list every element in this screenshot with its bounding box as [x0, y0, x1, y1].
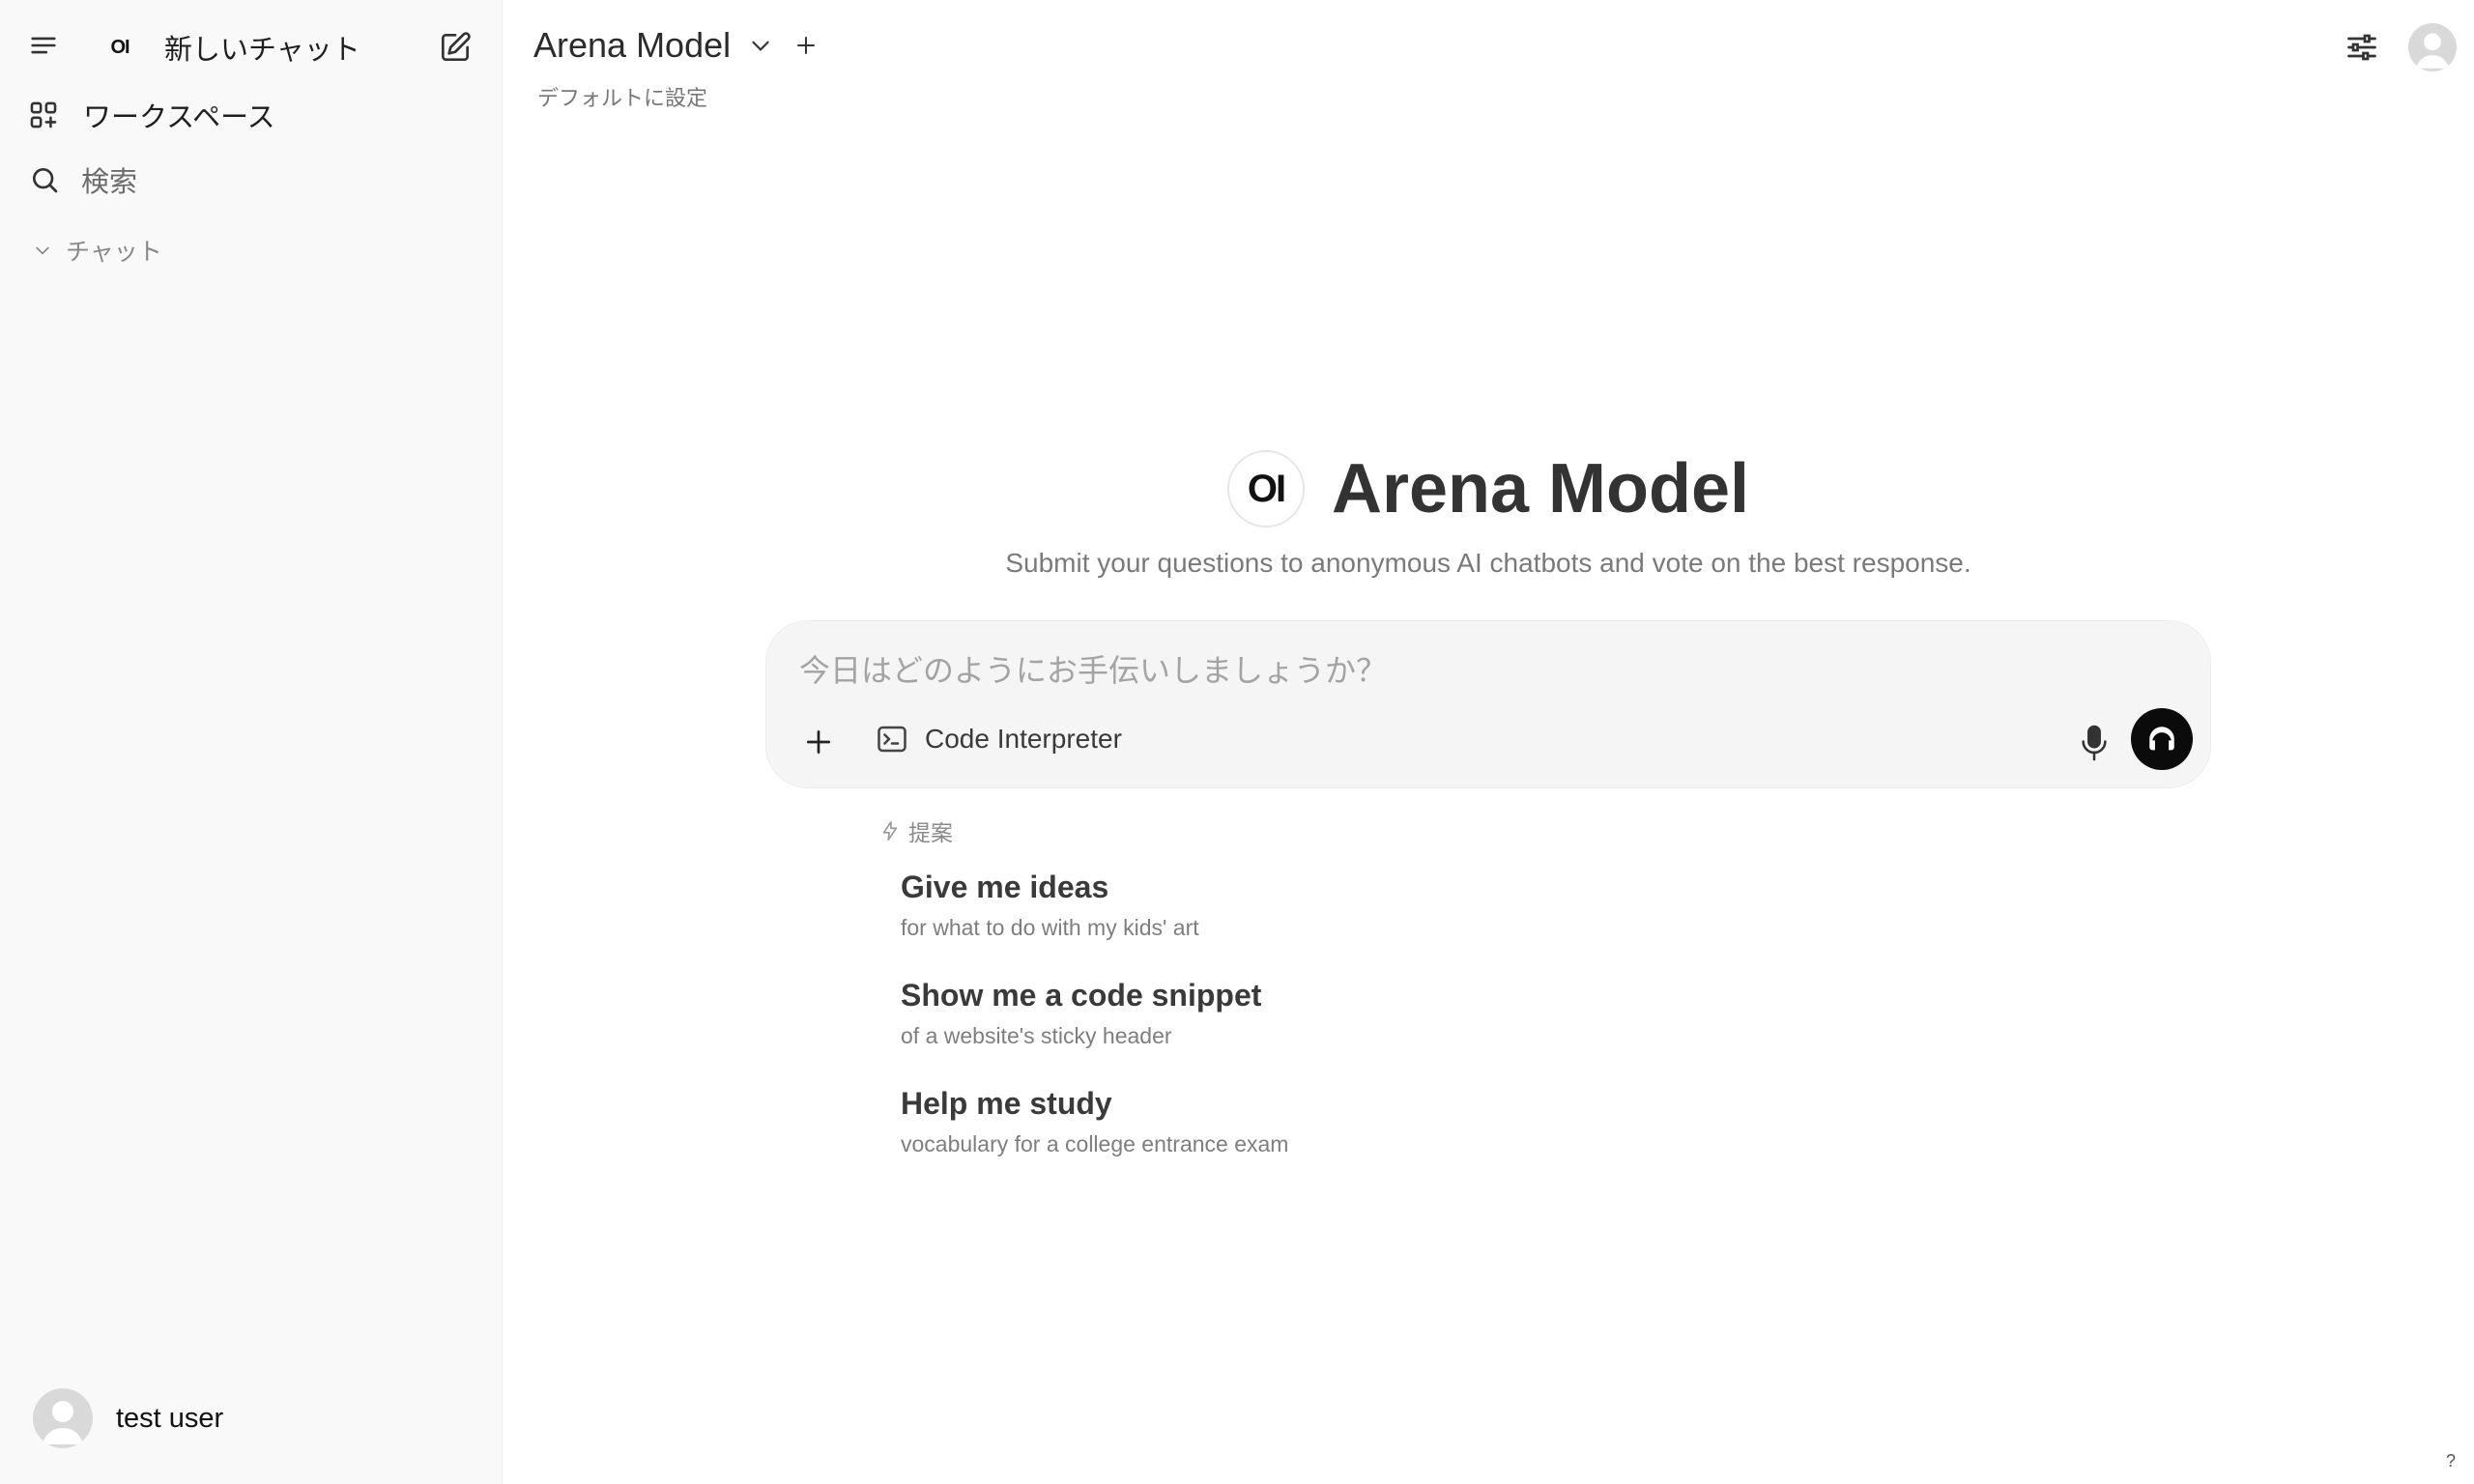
- chats-section-label: チャット: [66, 239, 162, 266]
- new-chat-button[interactable]: [437, 29, 474, 66]
- sidebar: OI 新しいチャット ワークスペース 検索 チャット test user: [0, 0, 503, 1484]
- suggestion-subtitle: for what to do with my kids' art: [901, 915, 1199, 940]
- new-chat-item[interactable]: OI 新しいチャット: [101, 27, 360, 68]
- suggestion-title: Give me ideas: [901, 870, 1109, 904]
- search-label: 検索: [81, 167, 138, 198]
- profile-avatar[interactable]: [2408, 23, 2457, 71]
- suggestion-item[interactable]: Give me ideas for what to do with my kid…: [901, 870, 1199, 941]
- plus-icon: [797, 37, 816, 54]
- message-input[interactable]: [799, 646, 2056, 695]
- hero-title: Arena Model: [1331, 450, 1750, 528]
- hero-subtitle: Submit your questions to anonymous AI ch…: [1005, 548, 1971, 578]
- add-model-button[interactable]: [794, 34, 818, 57]
- user-menu[interactable]: test user: [33, 1388, 223, 1448]
- edit-icon: [437, 29, 474, 66]
- message-composer: Code Interpreter: [765, 620, 2211, 788]
- menu-icon: [27, 29, 60, 62]
- model-selector: Arena Model: [533, 25, 818, 66]
- suggestion-title: Help me study: [901, 1086, 1112, 1121]
- sidebar-toggle-button[interactable]: [27, 29, 60, 62]
- user-name: test user: [116, 1402, 224, 1434]
- avatar: [33, 1388, 93, 1448]
- grid-plus-icon: [27, 99, 60, 131]
- attach-button[interactable]: [799, 723, 838, 761]
- suggestion-subtitle: of a website's sticky header: [901, 1023, 1172, 1048]
- model-name[interactable]: Arena Model: [533, 25, 731, 66]
- bolt-icon: [879, 820, 901, 842]
- new-chat-label: 新しいチャット: [164, 35, 360, 66]
- sidebar-item-search[interactable]: 検索: [29, 159, 137, 200]
- suggestion-title: Show me a code snippet: [901, 978, 1262, 1013]
- hero: OI Arena Model Submit your questions to …: [503, 449, 2474, 579]
- top-right-controls: [2345, 23, 2457, 71]
- model-logo: OI: [1226, 450, 1305, 528]
- microphone-icon[interactable]: [2075, 722, 2114, 764]
- main-area: Arena Model デフォルトに設定 OI Arena Model Subm…: [503, 0, 2474, 1484]
- suggestions-heading: 提案: [879, 814, 953, 847]
- suggestions-heading-label: 提案: [908, 820, 953, 845]
- code-interpreter-label: Code Interpreter: [925, 724, 1122, 754]
- headphones-icon: [2145, 723, 2178, 756]
- workspace-label: ワークスペース: [83, 102, 275, 133]
- sidebar-item-workspace[interactable]: ワークスペース: [27, 95, 275, 135]
- chevron-down-icon: [33, 241, 52, 260]
- suggestion-item[interactable]: Help me study vocabulary for a college e…: [901, 1086, 1288, 1157]
- plus-icon: [807, 730, 830, 754]
- chevron-down-icon[interactable]: [748, 33, 773, 58]
- chats-section-toggle[interactable]: チャット: [33, 233, 162, 268]
- code-interpreter-toggle[interactable]: Code Interpreter: [875, 722, 1122, 756]
- suggestion-subtitle: vocabulary for a college entrance exam: [901, 1131, 1289, 1156]
- search-icon: [29, 164, 60, 195]
- terminal-icon: [875, 722, 909, 756]
- help-button[interactable]: ?: [2437, 1447, 2464, 1474]
- brand-logo: OI: [110, 36, 129, 58]
- suggestion-item[interactable]: Show me a code snippet of a website's st…: [901, 978, 1261, 1049]
- set-default-link[interactable]: デフォルトに設定: [537, 81, 707, 112]
- sliders-icon[interactable]: [2345, 30, 2379, 65]
- voice-mode-button[interactable]: [2131, 708, 2193, 770]
